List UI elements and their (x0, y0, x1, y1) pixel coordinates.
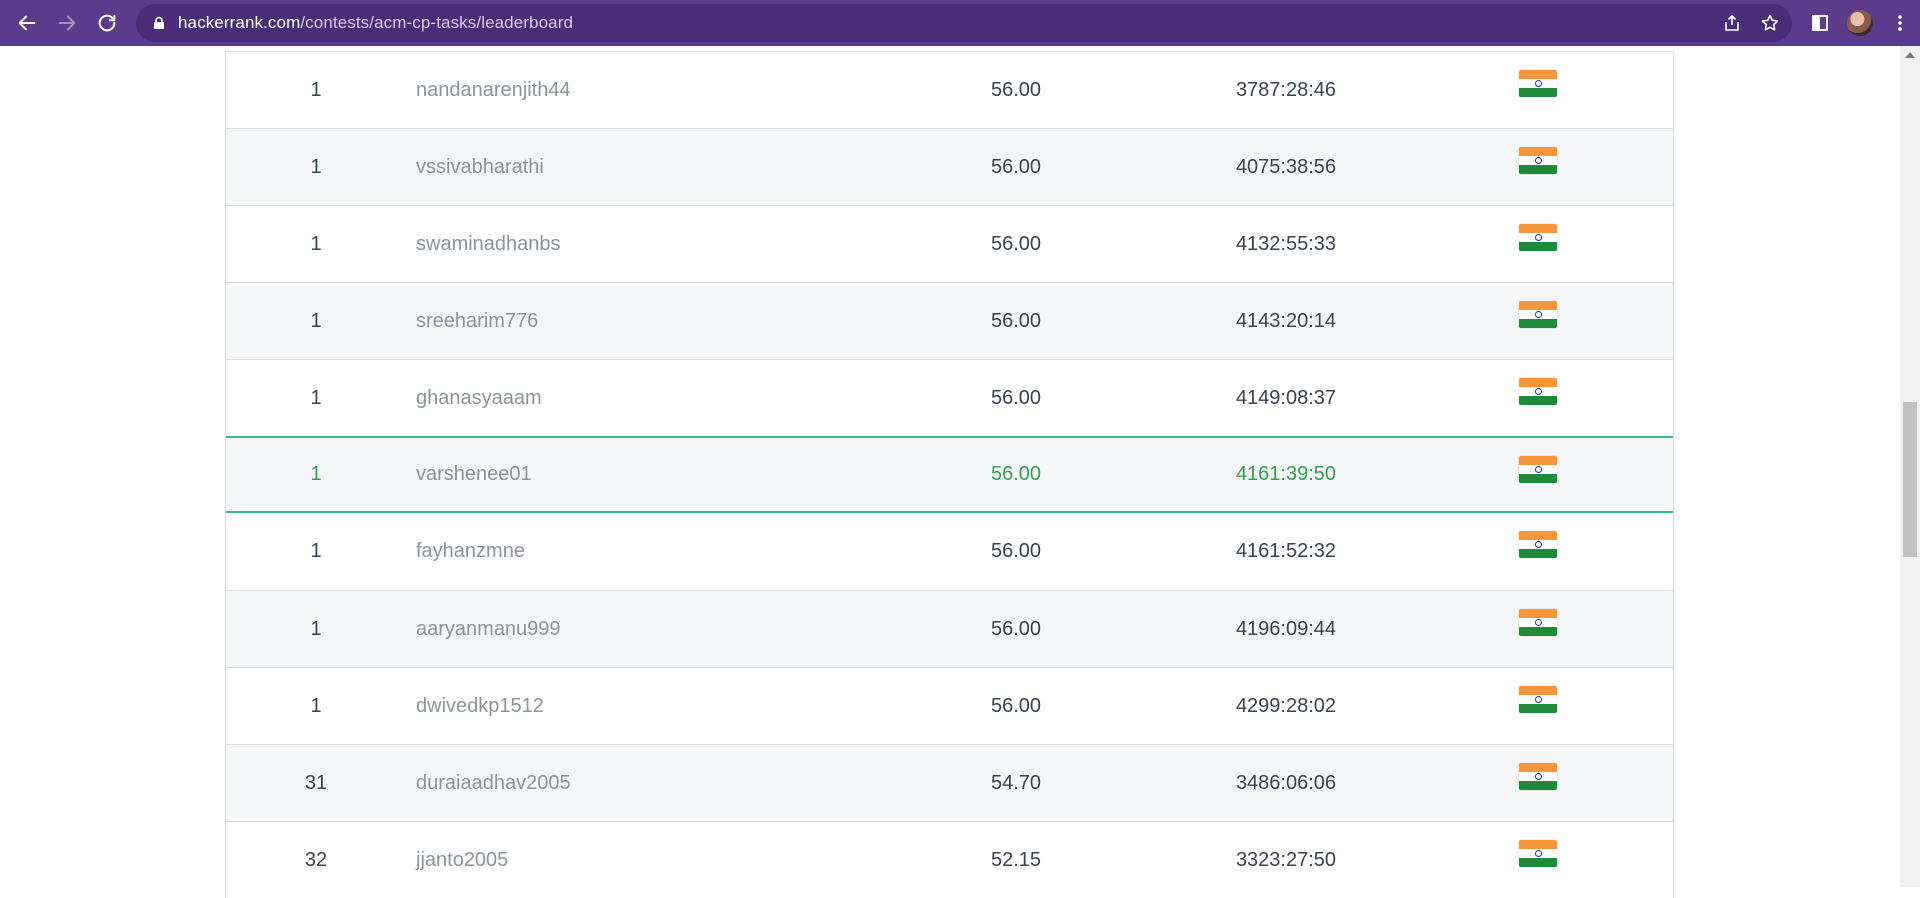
score-cell: 56.00 (990, 540, 1042, 562)
score-cell: 56.00 (990, 463, 1042, 485)
score-cell: 56.00 (990, 232, 1042, 255)
hacker-link[interactable]: varshenee01 (416, 438, 816, 511)
country-cell (1519, 686, 1559, 713)
rank-cell: 1 (310, 78, 322, 101)
lock-icon[interactable] (152, 16, 166, 30)
rank-cell: 1 (310, 232, 322, 255)
score-cell: 56.00 (990, 309, 1042, 332)
score-cell: 56.00 (990, 694, 1042, 717)
rank-cell: 1 (310, 694, 322, 717)
scroll-thumb[interactable] (1903, 402, 1917, 557)
menu-kebab-icon[interactable] (1880, 0, 1920, 46)
rank-cell: 1 (310, 386, 322, 409)
india-flag-icon (1519, 609, 1557, 636)
hacker-link[interactable]: sreeharim776 (416, 283, 816, 359)
country-cell (1519, 301, 1559, 328)
india-flag-icon (1519, 301, 1557, 328)
score-cell: 54.70 (990, 771, 1042, 794)
table-row-current-user: 1 varshenee01 56.00 4161:39:50 (226, 436, 1673, 513)
india-flag-icon (1519, 224, 1557, 251)
india-flag-icon (1519, 378, 1557, 405)
india-flag-icon (1519, 763, 1557, 790)
leaderboard-table: 1 nandanarenjith44 56.00 3787:28:46 1 vssivab… (225, 51, 1674, 898)
time-cell: 4132:55:33 (1235, 232, 1337, 255)
india-flag-icon (1519, 147, 1557, 174)
country-cell (1519, 147, 1559, 174)
india-flag-icon (1519, 531, 1557, 558)
back-icon[interactable] (10, 6, 44, 40)
score-cell: 56.00 (990, 155, 1042, 178)
india-flag-icon (1519, 456, 1557, 483)
table-row: 32 jjanto2005 52.15 3323:27:50 (226, 821, 1673, 898)
bookmark-star-icon[interactable] (1760, 13, 1780, 33)
scroll-up-arrow-icon[interactable] (1905, 52, 1915, 58)
share-icon[interactable] (1722, 13, 1742, 33)
table-row: 1 ghanasyaaam 56.00 4149:08:37 (226, 359, 1673, 436)
hacker-link[interactable]: dwivedkp1512 (416, 668, 816, 744)
country-cell (1519, 378, 1559, 405)
url-host: hackerrank.com (178, 13, 301, 32)
time-cell: 3787:28:46 (1235, 78, 1337, 101)
country-cell (1519, 840, 1559, 867)
country-cell (1519, 763, 1559, 790)
hacker-link[interactable]: vssivabharathi (416, 129, 816, 205)
table-row: 1 aaryanmanu999 56.00 4196:09:44 (226, 590, 1673, 667)
table-row: 1 vssivabharathi 56.00 4075:38:56 (226, 128, 1673, 205)
rank-cell: 1 (310, 155, 322, 178)
rank-cell: 1 (310, 309, 322, 332)
address-bar[interactable]: hackerrank.com/contests/acm-cp-tasks/lea… (136, 4, 1792, 42)
rank-cell: 1 (310, 617, 322, 640)
table-row: 31 duraiaadhav2005 54.70 3486:06:06 (226, 744, 1673, 821)
rank-cell: 1 (310, 463, 322, 485)
forward-icon[interactable] (50, 6, 84, 40)
time-cell: 4299:28:02 (1235, 694, 1337, 717)
rank-cell: 31 (304, 771, 328, 794)
hacker-link[interactable]: nandanarenjith44 (416, 52, 816, 128)
table-row: 1 sreeharim776 56.00 4143:20:14 (226, 282, 1673, 359)
table-row: 1 fayhanzmne 56.00 4161:52:32 (226, 513, 1673, 590)
time-cell: 3486:06:06 (1235, 771, 1337, 794)
india-flag-icon (1519, 840, 1557, 867)
time-cell: 4075:38:56 (1235, 155, 1337, 178)
page-scrollbar[interactable] (1900, 46, 1920, 887)
hacker-link[interactable]: swaminadhanbs (416, 206, 816, 282)
reload-icon[interactable] (90, 6, 124, 40)
url-path: /contests/acm-cp-tasks/leaderboard (300, 13, 574, 32)
browser-toolbar: hackerrank.com/contests/acm-cp-tasks/lea… (0, 0, 1920, 46)
score-cell: 56.00 (990, 386, 1042, 409)
country-cell (1519, 609, 1559, 636)
time-cell: 4161:39:50 (1235, 463, 1337, 485)
time-cell: 4196:09:44 (1235, 617, 1337, 640)
india-flag-icon (1519, 686, 1557, 713)
country-cell (1519, 70, 1559, 97)
time-cell: 4143:20:14 (1235, 309, 1337, 332)
table-row: 1 dwivedkp1512 56.00 4299:28:02 (226, 667, 1673, 744)
india-flag-icon (1519, 70, 1557, 97)
country-cell (1519, 531, 1559, 558)
country-cell (1519, 224, 1559, 251)
time-cell: 4161:52:32 (1235, 540, 1337, 562)
hacker-link[interactable]: aaryanmanu999 (416, 591, 816, 667)
table-row: 1 nandanarenjith44 56.00 3787:28:46 (226, 51, 1673, 128)
score-cell: 56.00 (990, 617, 1042, 640)
score-cell: 56.00 (990, 78, 1042, 101)
hacker-link[interactable]: ghanasyaaam (416, 360, 816, 436)
rank-cell: 1 (310, 540, 322, 562)
table-row: 1 swaminadhanbs 56.00 4132:55:33 (226, 205, 1673, 282)
country-cell (1519, 456, 1559, 483)
page-content: 1 nandanarenjith44 56.00 3787:28:46 1 vssivab… (0, 46, 1900, 898)
profile-avatar[interactable] (1840, 0, 1880, 46)
side-panel-icon[interactable] (1800, 0, 1840, 46)
hacker-link[interactable]: fayhanzmne (416, 513, 816, 590)
hacker-link[interactable]: duraiaadhav2005 (416, 745, 816, 821)
url-text: hackerrank.com/contests/acm-cp-tasks/lea… (178, 13, 573, 33)
time-cell: 4149:08:37 (1235, 386, 1337, 409)
